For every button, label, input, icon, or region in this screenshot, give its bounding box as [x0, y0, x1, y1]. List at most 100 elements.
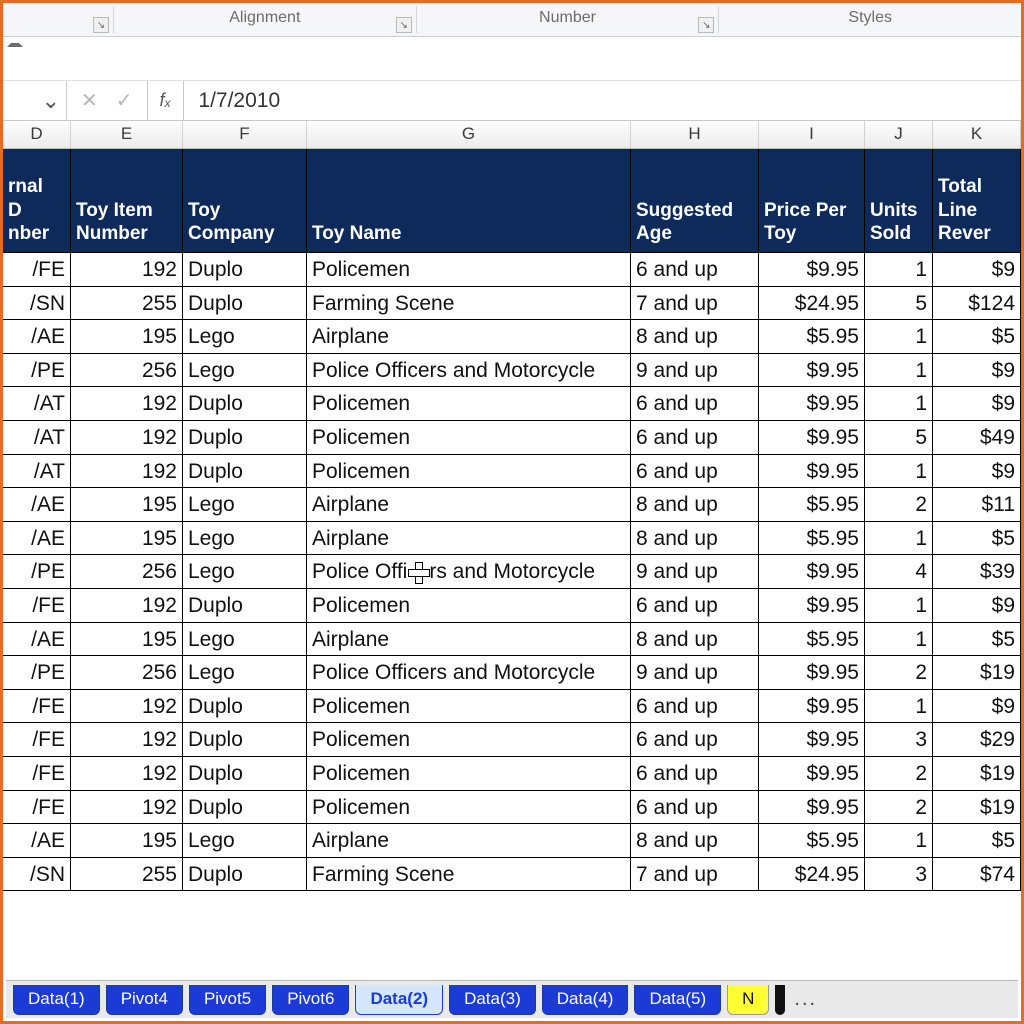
column-header-d[interactable]: D [3, 121, 71, 148]
cell-internal-id[interactable]: /SN [3, 287, 71, 321]
cell-toy-company[interactable]: Duplo [183, 690, 307, 724]
table-row[interactable]: /FE192DuploPolicemen6 and up$9.953$29 [3, 723, 1021, 757]
cell-suggested-age[interactable]: 8 and up [631, 488, 759, 522]
cell-suggested-age[interactable]: 6 and up [631, 421, 759, 455]
cell-units-sold[interactable]: 1 [865, 824, 933, 858]
cell-toy-company[interactable]: Duplo [183, 455, 307, 489]
header-toy-item-number[interactable]: Toy Item Number [71, 149, 183, 253]
cell-toy-name[interactable]: Policemen [307, 421, 631, 455]
cell-units-sold[interactable]: 1 [865, 387, 933, 421]
table-row[interactable]: /AE195LegoAirplane8 and up$5.952$11 [3, 488, 1021, 522]
header-internal-id[interactable]: rnal D nber [3, 149, 71, 253]
cell-toy-item-number[interactable]: 195 [71, 320, 183, 354]
cell-toy-name[interactable]: Police Officers and Motorcycle [307, 354, 631, 388]
cell-price-per-toy[interactable]: $5.95 [759, 623, 865, 657]
cell-internal-id[interactable]: /AT [3, 421, 71, 455]
cell-units-sold[interactable]: 2 [865, 488, 933, 522]
cell-internal-id[interactable]: /FE [3, 253, 71, 287]
cell-internal-id[interactable]: /FE [3, 723, 71, 757]
header-units-sold[interactable]: Units Sold [865, 149, 933, 253]
cell-toy-name[interactable]: Policemen [307, 455, 631, 489]
sheet-tab[interactable]: Data(2) [355, 985, 443, 1015]
sheet-tab[interactable]: Data(5) [634, 985, 721, 1015]
cell-units-sold[interactable]: 1 [865, 253, 933, 287]
cell-toy-name[interactable]: Airplane [307, 824, 631, 858]
cell-toy-name[interactable]: Policemen [307, 791, 631, 825]
dialog-launcher-icon[interactable] [698, 17, 714, 33]
cell-price-per-toy[interactable]: $9.95 [759, 555, 865, 589]
cell-toy-name[interactable]: Policemen [307, 253, 631, 287]
cell-toy-company[interactable]: Lego [183, 824, 307, 858]
table-row[interactable]: /AT192DuploPolicemen6 and up$9.951$9 [3, 455, 1021, 489]
cell-toy-item-number[interactable]: 192 [71, 791, 183, 825]
table-row[interactable]: /AE195LegoAirplane8 and up$5.951$5 [3, 522, 1021, 556]
table-row[interactable]: /AT192DuploPolicemen6 and up$9.955$49 [3, 421, 1021, 455]
cell-price-per-toy[interactable]: $24.95 [759, 287, 865, 321]
cell-price-per-toy[interactable]: $9.95 [759, 253, 865, 287]
cell-total-line-revenue[interactable]: $29 [933, 723, 1021, 757]
cell-toy-company[interactable]: Duplo [183, 253, 307, 287]
cell-toy-company[interactable]: Lego [183, 623, 307, 657]
cell-units-sold[interactable]: 5 [865, 287, 933, 321]
cell-units-sold[interactable]: 2 [865, 791, 933, 825]
cell-toy-company[interactable]: Duplo [183, 387, 307, 421]
enter-icon[interactable]: ✓ [116, 88, 133, 113]
sheet-tab[interactable]: Pivot4 [106, 985, 183, 1015]
cell-internal-id[interactable]: /AE [3, 320, 71, 354]
cell-toy-company[interactable]: Lego [183, 656, 307, 690]
cell-suggested-age[interactable]: 9 and up [631, 354, 759, 388]
cell-total-line-revenue[interactable]: $9 [933, 253, 1021, 287]
header-total-line-revenue[interactable]: Total Line Rever [933, 149, 1021, 253]
cell-suggested-age[interactable]: 8 and up [631, 824, 759, 858]
sheet-tab[interactable]: Data(4) [542, 985, 629, 1015]
cell-toy-company[interactable]: Lego [183, 555, 307, 589]
cell-toy-name[interactable]: Airplane [307, 623, 631, 657]
cell-units-sold[interactable]: 1 [865, 690, 933, 724]
cell-suggested-age[interactable]: 8 and up [631, 522, 759, 556]
sheet-tab[interactable]: Pivot5 [189, 985, 266, 1015]
cell-price-per-toy[interactable]: $9.95 [759, 589, 865, 623]
cell-internal-id[interactable]: /AT [3, 387, 71, 421]
cell-suggested-age[interactable]: 7 and up [631, 858, 759, 892]
table-row[interactable]: /SN255DuploFarming Scene7 and up$24.953$… [3, 858, 1021, 892]
cell-total-line-revenue[interactable]: $5 [933, 320, 1021, 354]
cell-total-line-revenue[interactable]: $5 [933, 522, 1021, 556]
cell-suggested-age[interactable]: 6 and up [631, 253, 759, 287]
cell-suggested-age[interactable]: 9 and up [631, 555, 759, 589]
cell-units-sold[interactable]: 3 [865, 723, 933, 757]
cell-suggested-age[interactable]: 6 and up [631, 455, 759, 489]
cell-price-per-toy[interactable]: $9.95 [759, 421, 865, 455]
cell-toy-item-number[interactable]: 192 [71, 589, 183, 623]
table-row[interactable]: /AT192DuploPolicemen6 and up$9.951$9 [3, 387, 1021, 421]
cell-toy-item-number[interactable]: 195 [71, 824, 183, 858]
cell-suggested-age[interactable]: 7 and up [631, 287, 759, 321]
cell-units-sold[interactable]: 2 [865, 757, 933, 791]
cell-toy-name[interactable]: Farming Scene [307, 858, 631, 892]
cell-internal-id[interactable]: /AE [3, 824, 71, 858]
cell-toy-name[interactable]: Airplane [307, 522, 631, 556]
cell-suggested-age[interactable]: 6 and up [631, 589, 759, 623]
cell-units-sold[interactable]: 1 [865, 589, 933, 623]
cell-toy-company[interactable]: Duplo [183, 858, 307, 892]
sheet-tab[interactable]: Data(3) [449, 985, 536, 1015]
column-header-k[interactable]: K [933, 121, 1021, 148]
cell-toy-name[interactable]: Police Officers and Motorcycle [307, 656, 631, 690]
cell-total-line-revenue[interactable]: $9 [933, 354, 1021, 388]
cell-toy-company[interactable]: Lego [183, 320, 307, 354]
cell-toy-name[interactable]: Policemen [307, 589, 631, 623]
cell-total-line-revenue[interactable]: $11 [933, 488, 1021, 522]
name-box-dropdown-icon[interactable]: ⌄ [42, 88, 60, 114]
cell-toy-name[interactable]: Policemen [307, 723, 631, 757]
cell-toy-company[interactable]: Duplo [183, 287, 307, 321]
dialog-launcher-icon[interactable] [396, 17, 412, 33]
cell-toy-company[interactable]: Lego [183, 354, 307, 388]
column-header-h[interactable]: H [631, 121, 759, 148]
cell-suggested-age[interactable]: 6 and up [631, 690, 759, 724]
cell-price-per-toy[interactable]: $5.95 [759, 522, 865, 556]
table-row[interactable]: /AE195LegoAirplane8 and up$5.951$5 [3, 623, 1021, 657]
cell-suggested-age[interactable]: 6 and up [631, 757, 759, 791]
table-row[interactable]: /FE192DuploPolicemen6 and up$9.951$9 [3, 690, 1021, 724]
cell-toy-item-number[interactable]: 192 [71, 387, 183, 421]
cell-units-sold[interactable]: 1 [865, 623, 933, 657]
cell-internal-id[interactable]: /SN [3, 858, 71, 892]
